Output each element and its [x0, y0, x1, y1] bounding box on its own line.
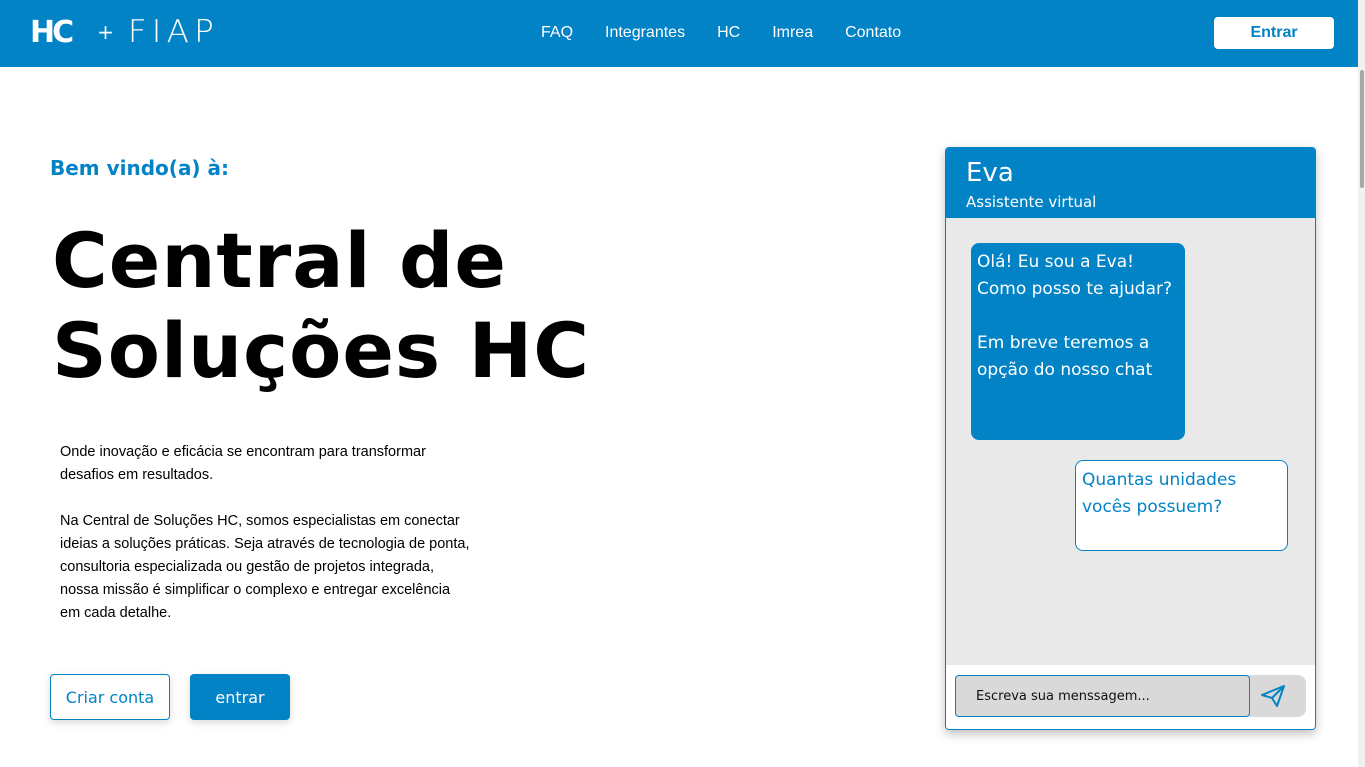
assistant-name: Eva [966, 158, 1014, 188]
chat-input-bar [946, 665, 1315, 729]
create-account-button[interactable]: Criar conta [50, 674, 170, 720]
nav-link-hc[interactable]: HC [717, 23, 740, 43]
nav-link-integrantes[interactable]: Integrantes [605, 23, 685, 43]
page-title: Central de Soluções HC [52, 216, 590, 395]
chat-widget: Eva Assistente virtual Olá! Eu sou a Eva… [945, 147, 1316, 730]
hc-logo: HC [30, 14, 74, 50]
send-icon[interactable] [1260, 684, 1286, 708]
chat-input-wrapper [955, 675, 1306, 717]
fiap-logo: FIAP [127, 14, 219, 50]
chat-message-input[interactable] [955, 675, 1250, 717]
enter-button[interactable]: entrar [190, 674, 290, 720]
page-scrollbar[interactable] [1358, 0, 1365, 767]
intro-paragraph-2: Na Central de Soluções HC, somos especia… [60, 513, 470, 621]
logo-plus-sign: + [97, 20, 114, 44]
header-login-button[interactable]: Entrar [1214, 17, 1334, 49]
chat-header: Eva Assistente virtual [946, 148, 1315, 218]
intro-paragraph-1: Onde inovação e eficácia se encontram pa… [60, 444, 426, 483]
nav-link-faq[interactable]: FAQ [541, 23, 573, 43]
bot-message-bubble: Olá! Eu sou a Eva! Como posso te ajudar?… [971, 243, 1185, 440]
nav-link-contato[interactable]: Contato [845, 23, 901, 43]
scrollbar-thumb[interactable] [1360, 70, 1364, 188]
user-message-bubble: Quantas unidades vocês possuem? [1075, 460, 1288, 551]
main-nav: FAQ Integrantes HC Imrea Contato [541, 23, 933, 43]
nav-link-imrea[interactable]: Imrea [772, 23, 813, 43]
brand-logo[interactable]: HC + FIAP [30, 14, 219, 50]
top-navbar: HC + FIAP FAQ Integrantes HC Imrea Conta… [0, 0, 1358, 67]
welcome-heading: Bem vindo(a) à: [50, 156, 230, 180]
assistant-subtitle: Assistente virtual [966, 193, 1097, 211]
intro-text: Onde inovação e eficácia se encontram pa… [60, 441, 470, 625]
